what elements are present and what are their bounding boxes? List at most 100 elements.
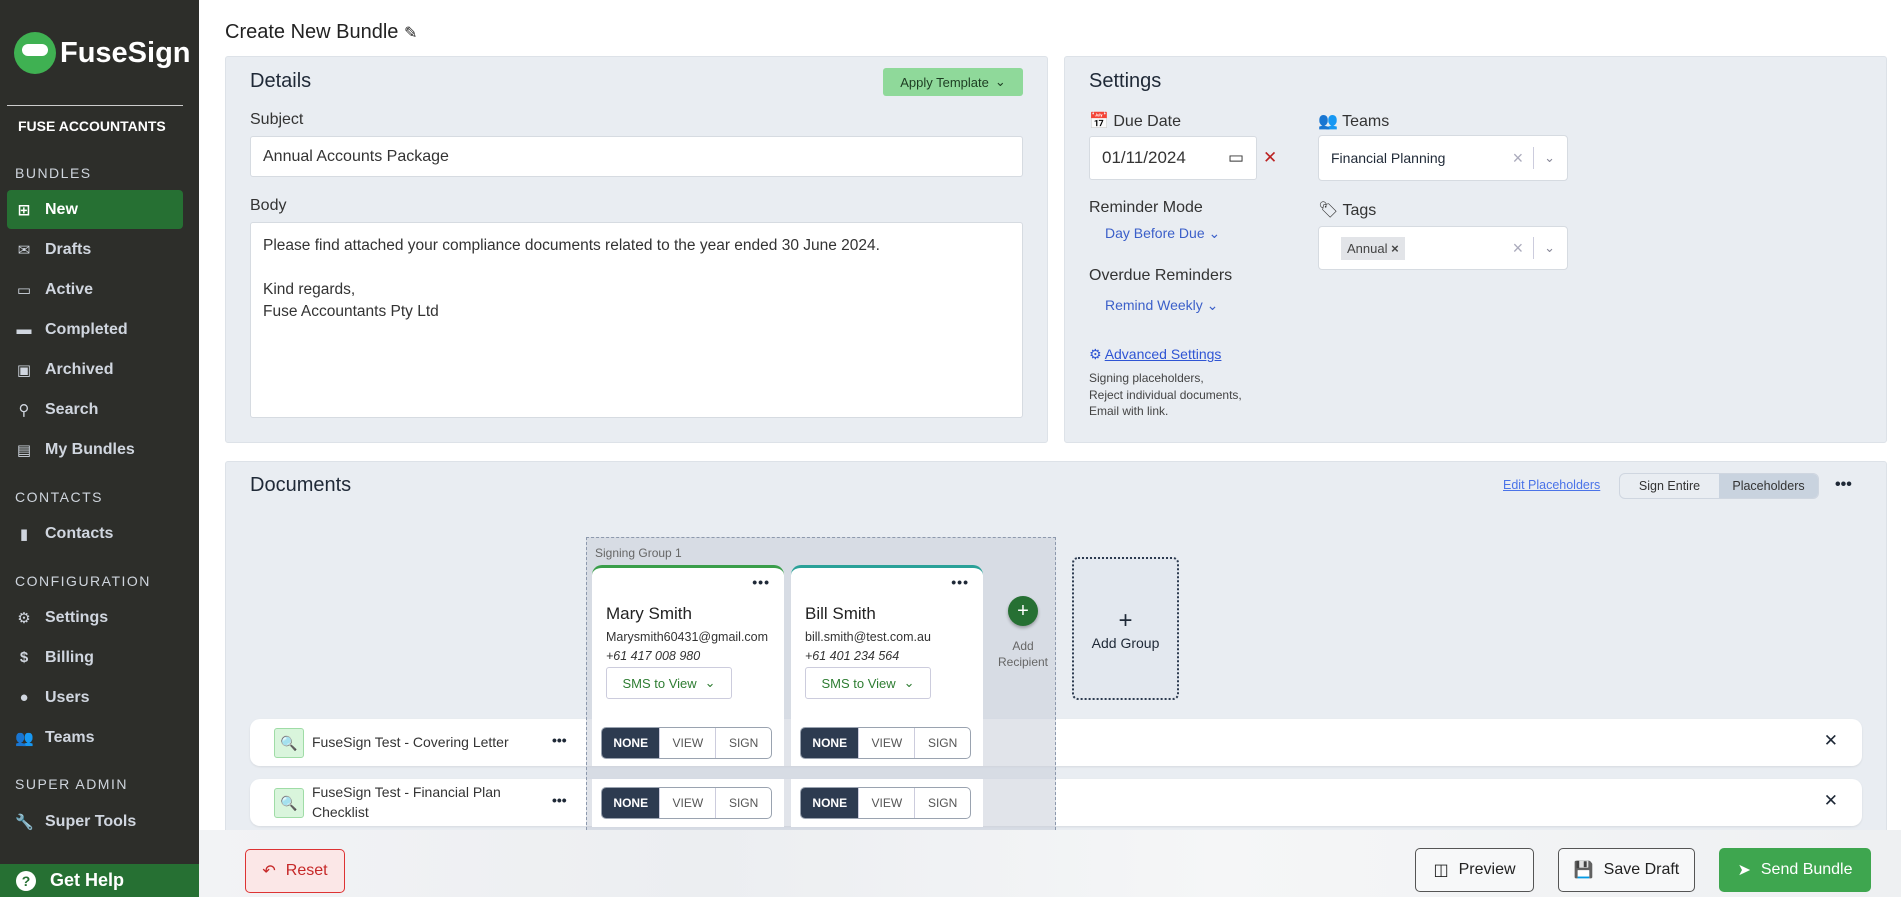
add-recipient-label: Add Recipient bbox=[997, 639, 1049, 669]
permission-option-view[interactable]: VIEW bbox=[858, 728, 914, 758]
sidebar-section-title: CONFIGURATION bbox=[15, 573, 151, 589]
permission-option-view[interactable]: VIEW bbox=[659, 788, 715, 818]
send-icon: ➤ bbox=[1737, 862, 1751, 879]
send-bundle-button[interactable]: ➤ Send Bundle bbox=[1719, 848, 1871, 892]
overdue-reminders-select[interactable]: Remind Weekly ⌄ bbox=[1105, 297, 1218, 314]
chevron-down-icon: ⌄ bbox=[994, 74, 1006, 89]
folder-plus-icon: ⊞ bbox=[17, 201, 31, 219]
more-options-icon[interactable]: ••• bbox=[1835, 476, 1852, 494]
remove-document-icon[interactable]: ✕ bbox=[1824, 731, 1838, 751]
permission-option-none[interactable]: NONE bbox=[801, 728, 859, 758]
clear-date-icon[interactable]: ✕ bbox=[1263, 148, 1277, 168]
documents-title: Documents bbox=[250, 474, 352, 496]
sidebar-item-super-tools[interactable]: 🔧 Super Tools bbox=[7, 802, 183, 841]
logo[interactable]: FuseSign bbox=[14, 32, 191, 74]
reminder-mode-select[interactable]: Day Before Due ⌄ bbox=[1105, 225, 1220, 242]
preview-icon: ◫ bbox=[1433, 862, 1449, 879]
tags-select[interactable]: Annual × × ⌄ bbox=[1318, 226, 1568, 270]
permission-option-view[interactable]: VIEW bbox=[858, 788, 914, 818]
add-recipient-button[interactable]: + bbox=[1008, 596, 1038, 626]
placeholders-option[interactable]: Placeholders bbox=[1719, 474, 1818, 498]
document-row: 🔍 FuseSign Test - Financial Plan Checklis… bbox=[250, 779, 1862, 826]
save-draft-button[interactable]: 💾 Save Draft bbox=[1558, 848, 1695, 892]
archive-icon: ▣ bbox=[16, 361, 32, 379]
sidebar-section-title: SUPER ADMIN bbox=[15, 776, 128, 792]
dollar-icon: $ bbox=[19, 649, 29, 666]
wrench-icon: 🔧 bbox=[15, 813, 34, 831]
undo-icon: ↶ bbox=[262, 863, 276, 880]
advanced-settings-description: Signing placeholders, Reject individual d… bbox=[1089, 371, 1242, 418]
permission-option-sign[interactable]: SIGN bbox=[914, 728, 970, 758]
reset-button[interactable]: ↶ Reset bbox=[245, 849, 345, 893]
users-icon: 👥 bbox=[15, 729, 34, 747]
remove-tag-icon[interactable]: × bbox=[1391, 241, 1399, 256]
recipient-menu-icon[interactable]: ••• bbox=[951, 574, 969, 590]
permission-toggle: NONE VIEW SIGN bbox=[800, 727, 971, 759]
body-label: Body bbox=[250, 197, 287, 214]
organization-name: FUSE ACCOUNTANTS bbox=[18, 118, 166, 134]
subject-label: Subject bbox=[250, 111, 304, 128]
apply-template-button[interactable]: Apply Template ⌄ bbox=[883, 68, 1023, 96]
body-textarea[interactable]: Please find attached your compliance doc… bbox=[250, 222, 1023, 418]
permission-option-view[interactable]: VIEW bbox=[659, 728, 715, 758]
permission-option-none[interactable]: NONE bbox=[801, 788, 859, 818]
details-title: Details bbox=[250, 70, 312, 92]
preview-button[interactable]: ◫ Preview bbox=[1415, 848, 1534, 892]
chevron-down-icon[interactable]: ⌄ bbox=[1544, 150, 1555, 166]
sign-entire-option[interactable]: Sign Entire bbox=[1620, 474, 1719, 498]
permission-option-none[interactable]: NONE bbox=[602, 788, 660, 818]
sidebar-item-new[interactable]: ⊞ New bbox=[7, 190, 183, 229]
permission-option-sign[interactable]: SIGN bbox=[914, 788, 970, 818]
sidebar-item-active[interactable]: ▭ Active bbox=[7, 270, 183, 309]
remove-document-icon[interactable]: ✕ bbox=[1824, 791, 1838, 811]
edit-placeholders-link[interactable]: Edit Placeholders bbox=[1503, 478, 1600, 492]
delivery-method-select[interactable]: SMS to View ⌄ bbox=[805, 667, 931, 699]
sidebar-item-my-bundles[interactable]: ▤ My Bundles bbox=[7, 430, 183, 469]
sidebar-item-users[interactable]: ● Users bbox=[7, 678, 183, 717]
sidebar-item-search[interactable]: ⚲ Search bbox=[7, 390, 183, 429]
clear-icon[interactable]: × bbox=[1513, 238, 1524, 259]
chart-file-icon: ▤ bbox=[16, 441, 32, 459]
pencil-icon[interactable]: ✎ bbox=[404, 25, 417, 42]
chevron-down-icon: ⌄ bbox=[1206, 297, 1219, 313]
overdue-reminders-label: Overdue Reminders bbox=[1089, 267, 1233, 284]
add-group-button[interactable]: + Add Group bbox=[1072, 557, 1179, 700]
tag-icon: 🏷 bbox=[1318, 202, 1339, 219]
permission-option-sign[interactable]: SIGN bbox=[715, 788, 771, 818]
delivery-method-select[interactable]: SMS to View ⌄ bbox=[606, 667, 732, 699]
page-title[interactable]: Create New Bundle ✎ bbox=[225, 21, 417, 44]
clear-icon[interactable]: × bbox=[1513, 148, 1524, 169]
permission-toggle: NONE VIEW SIGN bbox=[601, 727, 772, 759]
document-search-icon: 🔍 bbox=[274, 728, 304, 758]
sidebar-item-contacts[interactable]: ▮ Contacts bbox=[7, 514, 183, 553]
teams-select[interactable]: Financial Planning × ⌄ bbox=[1318, 135, 1568, 181]
permission-option-none[interactable]: NONE bbox=[602, 728, 660, 758]
permission-toggle: NONE VIEW SIGN bbox=[601, 787, 772, 819]
sidebar-section-title: CONTACTS bbox=[15, 489, 103, 505]
sidebar-item-archived[interactable]: ▣ Archived bbox=[7, 350, 183, 389]
sidebar-item-drafts[interactable]: ✉ Drafts bbox=[7, 230, 183, 269]
reminder-mode-label: Reminder Mode bbox=[1089, 199, 1203, 216]
chevron-down-icon: ⌄ bbox=[1208, 225, 1221, 241]
sidebar-item-settings[interactable]: ⚙ Settings bbox=[7, 598, 183, 637]
logo-robot-icon bbox=[14, 32, 56, 74]
sidebar-item-billing[interactable]: $ Billing bbox=[7, 638, 183, 677]
document-menu-icon[interactable]: ••• bbox=[552, 732, 567, 748]
sidebar-item-teams[interactable]: 👥 Teams bbox=[7, 718, 183, 757]
chevron-down-icon[interactable]: ⌄ bbox=[1544, 240, 1555, 256]
due-date-input[interactable]: 01/11/2024 ▭ bbox=[1089, 136, 1257, 180]
recipient-menu-icon[interactable]: ••• bbox=[752, 574, 770, 590]
contact-file-icon: ▮ bbox=[19, 525, 29, 543]
advanced-settings-link[interactable]: ⚙ Advanced Settings bbox=[1089, 346, 1221, 363]
document-menu-icon[interactable]: ••• bbox=[552, 792, 567, 808]
divider bbox=[7, 105, 183, 106]
document-row: 🔍 FuseSign Test - Covering Letter ••• ✕ bbox=[250, 719, 1862, 766]
calendar-icon: 📅 bbox=[1089, 113, 1109, 130]
teams-label: Teams bbox=[1342, 113, 1390, 130]
sidebar-item-completed[interactable]: ▬ Completed bbox=[7, 310, 183, 349]
chevron-down-icon: ⌄ bbox=[903, 675, 915, 690]
permission-option-sign[interactable]: SIGN bbox=[715, 728, 771, 758]
get-help-button[interactable]: ? Get Help bbox=[0, 864, 199, 897]
subject-input[interactable]: Annual Accounts Package bbox=[250, 136, 1023, 177]
calendar-picker-icon[interactable]: ▭ bbox=[1228, 148, 1244, 168]
